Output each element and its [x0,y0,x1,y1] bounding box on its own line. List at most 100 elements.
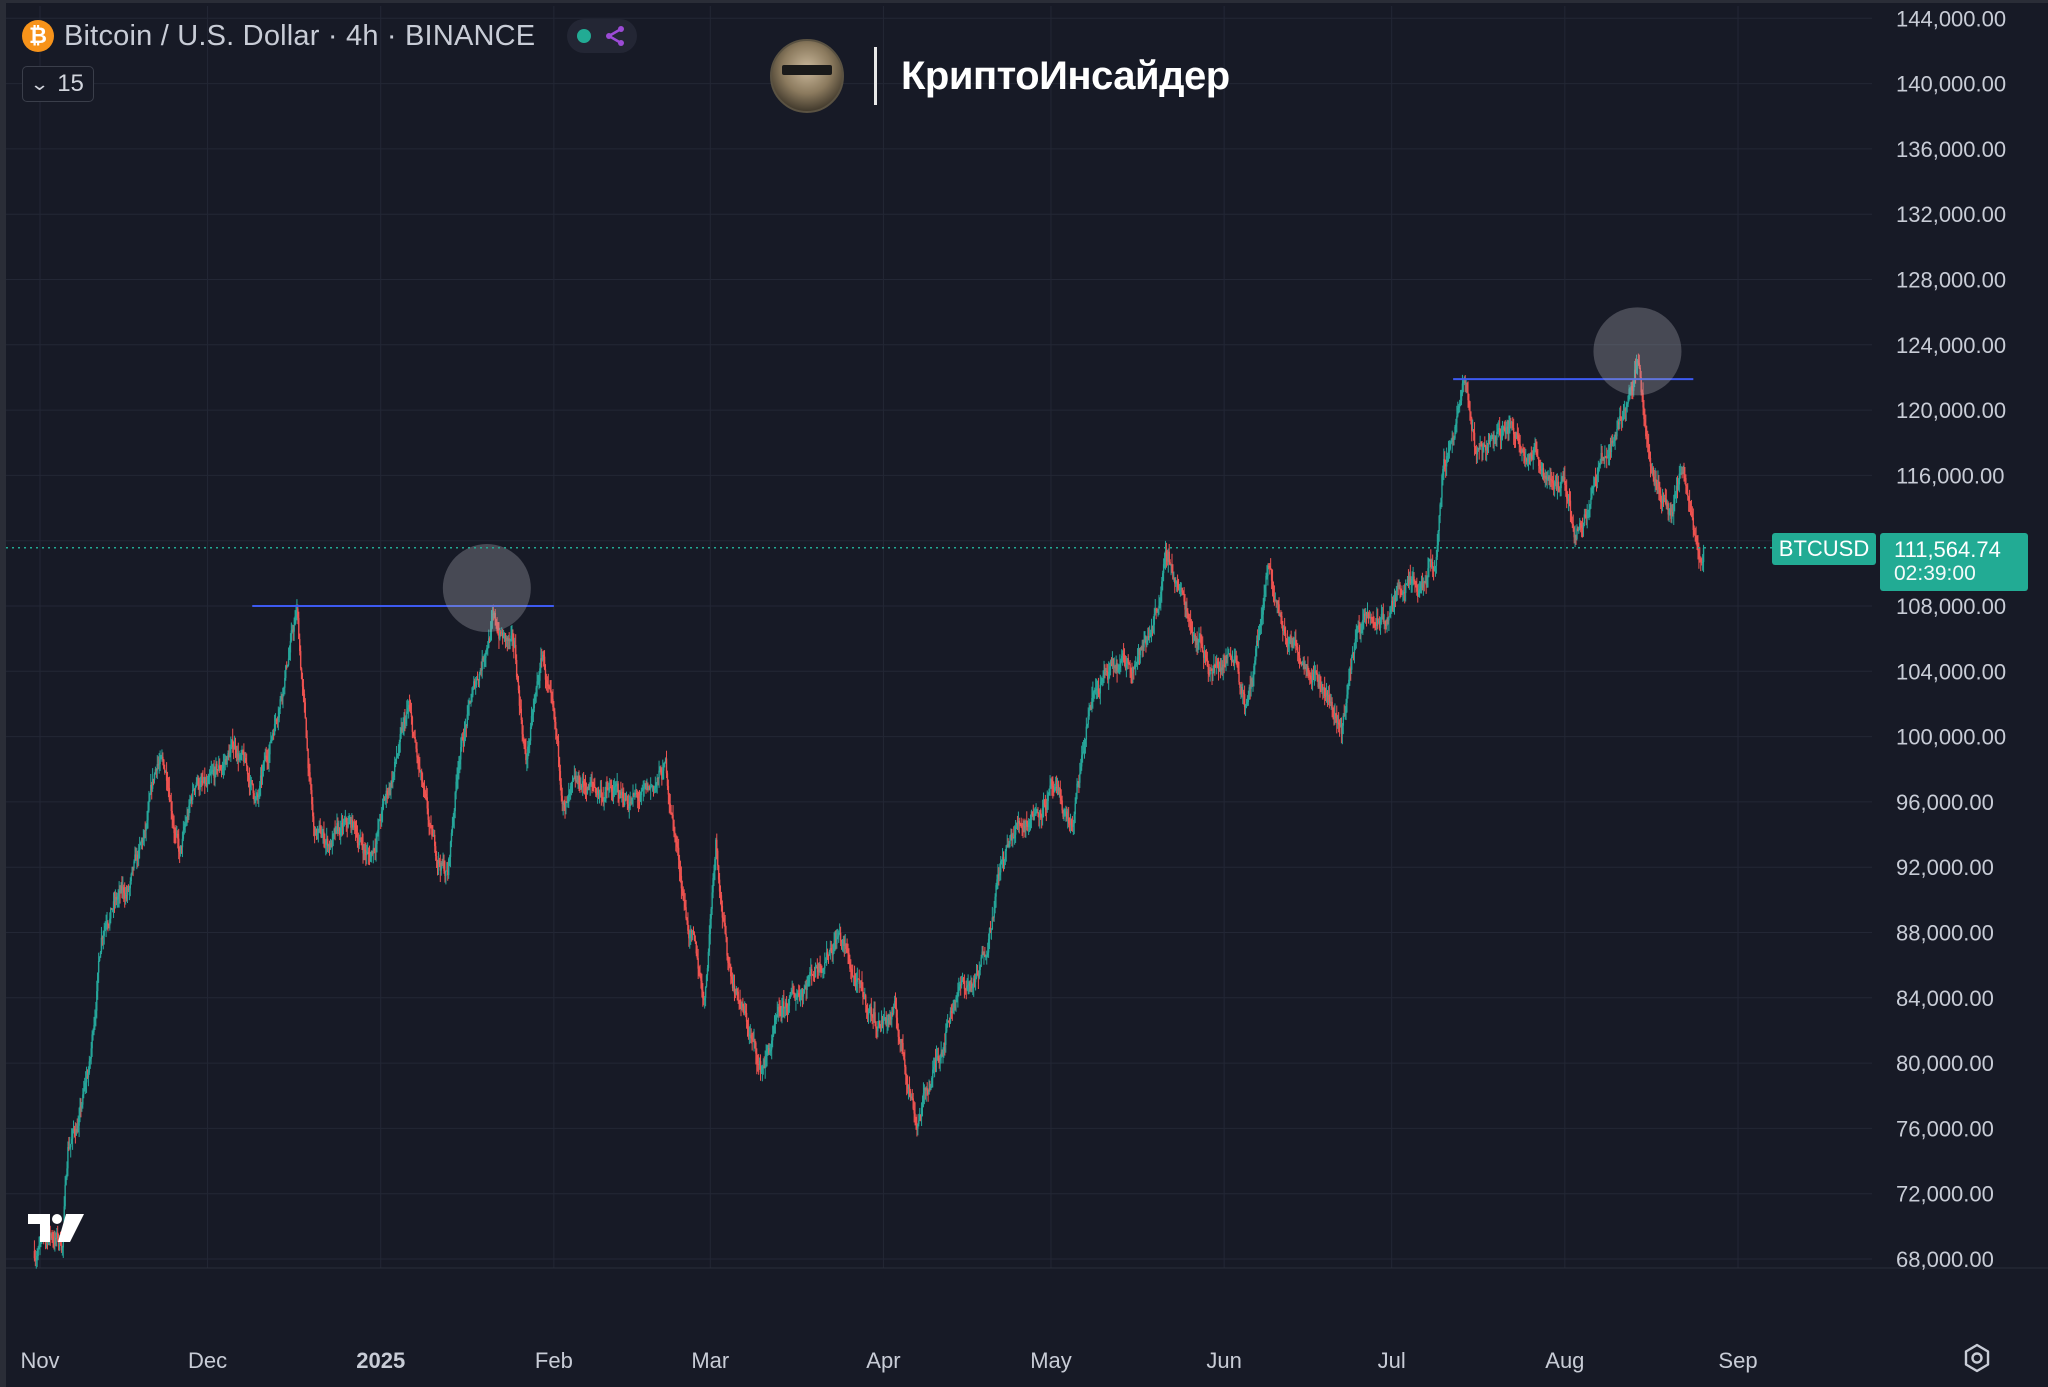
candle-body [378,820,380,830]
chevron-down-icon: ⌄ [29,73,50,94]
grid [6,6,1872,1268]
status-pill[interactable] [567,19,638,53]
y-tick-label: 108,000.00 [1896,594,2006,619]
x-tick-label: May [1030,1348,1072,1373]
candle-body [775,1017,778,1020]
ticker-label: BTCUSD [1772,533,1876,565]
candle-body [1342,715,1344,726]
last-price-value: 111,564.74 [1894,537,2001,562]
x-tick-label: Apr [866,1348,900,1373]
y-tick-label: 116,000.00 [1896,463,2004,488]
candle-body [839,932,842,941]
y-tick-label: 136,000.00 [1896,137,2006,162]
candle-body [803,989,805,994]
y-tick-label: 132,000.00 [1896,202,2006,227]
candle-body [1428,560,1430,569]
bitcoin-icon: ₿ [22,20,54,52]
price-chart[interactable]: 68,000.00 72,000.00 76,000.00 80,000.00 84,0… [0,0,2048,1387]
candle-body [979,966,981,970]
candle-body [1702,547,1705,563]
candle-body [874,1012,876,1022]
candle-body [411,717,414,732]
candle-body [870,1006,873,1016]
x-tick-label: Nov [20,1348,59,1373]
y-tick-label: 128,000.00 [1896,268,2006,293]
candle-body [685,907,687,919]
share-icon[interactable] [603,24,627,48]
candle-body [1404,584,1407,594]
candle-body [1018,820,1021,824]
candle-body [37,1248,39,1256]
candles [33,353,1705,1269]
candle-body [1296,647,1299,653]
candle-body [138,844,141,851]
candle-body [148,800,150,811]
candle-body [435,856,438,860]
y-tick-label: 92,000.00 [1896,855,1994,880]
y-tick-label: 72,000.00 [1896,1182,1994,1207]
candle-body [1238,671,1240,683]
candle-body [103,930,105,936]
y-tick-label: 76,000.00 [1896,1116,1994,1141]
candle-body [1088,710,1090,717]
candle-body [1331,701,1333,709]
candle-body [216,763,218,770]
y-tick-label: 96,000.00 [1896,790,1994,815]
y-tick-label: 80,000.00 [1896,1051,1994,1076]
x-tick-label: Feb [535,1348,573,1373]
x-axis[interactable]: Nov Dec 2025 Feb Mar Apr May Jun Jul Aug Sep [20,1348,1757,1373]
candle-body [1153,613,1156,625]
watermark-divider [874,47,877,105]
candle-body [97,960,100,973]
candle-body [555,722,557,730]
candle-body [1476,451,1479,455]
candle-body [865,995,867,1005]
symbol-title[interactable]: Bitcoin / U.S. Dollar · 4h · BINANCE [64,20,535,53]
candle-body [811,969,813,975]
settings-gear-icon[interactable] [1962,1343,1992,1373]
candle-body [64,1184,66,1207]
candle-body [110,908,112,919]
x-tick-label: Jul [1378,1348,1406,1373]
candle-body [914,1113,916,1118]
watermark: КриптоИнсайдер [770,38,1230,114]
candle-body [963,980,966,989]
candle-body [358,842,361,846]
candle-body [1074,803,1076,815]
candle-body [312,816,315,827]
last-price-tag: 111,564.74 02:39:00 [1880,533,2028,591]
candle-body [347,824,349,828]
symbol-header[interactable]: ₿ Bitcoin / U.S. Dollar · 4h · BINANCE [22,16,638,56]
y-tick-label: 140,000.00 [1896,72,2006,97]
y-tick-label: 84,000.00 [1896,986,1994,1011]
indicators-toggle-button[interactable]: ⌄ 15 [22,66,94,102]
candle-body [824,962,826,969]
tradingview-logo-icon[interactable] [26,1210,86,1246]
y-tick-label: 100,000.00 [1896,725,2006,750]
x-tick-label: 2025 [356,1348,405,1373]
candle-body [737,991,739,1001]
candle-body [306,737,308,749]
candle-body [191,789,194,800]
candle-body [304,702,307,719]
candle-body [269,742,271,755]
candle-body [1473,432,1476,447]
x-tick-label: Dec [188,1348,227,1373]
candle-body [309,772,311,779]
candle-body [1616,429,1618,437]
candle-body [788,998,791,1006]
y-axis[interactable]: 68,000.00 72,000.00 76,000.00 80,000.00 84,0… [1896,6,2006,1272]
candle-body [153,774,156,780]
candle-body [945,1031,947,1045]
market-open-dot-icon [577,29,592,43]
y-tick-label: 88,000.00 [1896,921,1994,946]
peak-highlights [442,307,1682,633]
candle-body [902,1042,904,1053]
x-tick-label: Aug [1545,1348,1584,1373]
candle-body [445,870,447,876]
candle-body [1388,616,1390,621]
candle-body [717,850,719,866]
x-tick-label: Jun [1206,1348,1241,1373]
candle-body [299,651,302,669]
candle-body [293,625,295,632]
